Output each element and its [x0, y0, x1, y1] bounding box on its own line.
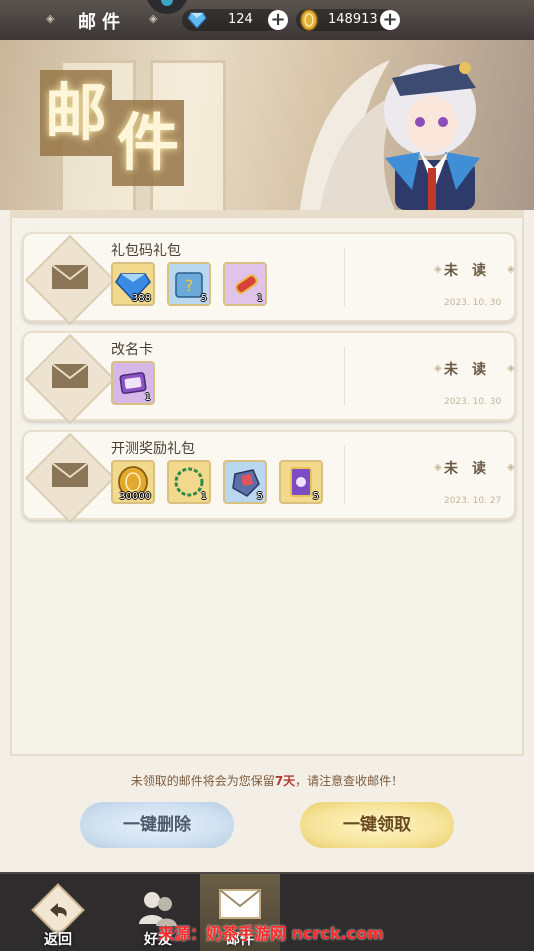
banner-title-char: 邮: [40, 70, 112, 156]
reward-item[interactable]: 1: [223, 262, 267, 306]
watermark: 来源：奶茶手游网 ncrck.com: [158, 924, 384, 943]
item-count: 1: [200, 491, 207, 502]
svg-text:?: ?: [185, 276, 194, 295]
gear-icon: [161, 0, 173, 6]
item-count: 388: [131, 293, 151, 304]
mail-item[interactable]: 礼包码礼包 388 ? 5 1 ◈ 未读 ◈ 2023. 10. 30: [22, 232, 516, 326]
ornament-icon: ◈: [507, 363, 515, 374]
reward-item[interactable]: 5: [279, 460, 323, 504]
reward-item[interactable]: 1: [167, 460, 211, 504]
notice-highlight: 7天: [274, 774, 296, 788]
coin-count: 148913: [328, 12, 378, 27]
add-coin-button[interactable]: +: [380, 10, 400, 30]
divider: [344, 446, 345, 504]
mail-status: 未读: [444, 362, 500, 378]
mail-subject: 礼包码礼包: [111, 243, 181, 259]
reward-item[interactable]: 1: [111, 361, 155, 405]
mail-icon: [219, 889, 261, 919]
envelope-icon: [51, 462, 89, 487]
envelope-icon: [51, 264, 89, 289]
nav-label: 返回: [44, 932, 72, 948]
mail-item[interactable]: 改名卡 1 ◈ 未读 ◈ 2023. 10. 30: [22, 331, 516, 425]
reward-item[interactable]: 30000: [111, 460, 155, 504]
ornament-icon: ◈: [507, 264, 515, 275]
item-count: 30000: [119, 491, 151, 502]
page-title: 邮件: [78, 12, 126, 33]
divider: [344, 248, 345, 306]
ornament-icon: ◈: [434, 264, 442, 275]
notice-text: ，请注意查收邮件！: [295, 774, 404, 788]
top-bar: ◈ 邮件 ◈ 124 + 148913 +: [0, 0, 534, 40]
mail-date: 2023. 10. 27: [444, 496, 502, 506]
mail-subject: 改名卡: [111, 342, 153, 358]
diamond-icon: [187, 12, 207, 29]
delete-all-button[interactable]: 一键删除: [80, 802, 234, 848]
mail-status: 未读: [444, 461, 500, 477]
item-count: 5: [256, 491, 263, 502]
ornament-icon: ◈: [434, 363, 442, 374]
add-diamond-button[interactable]: +: [268, 10, 288, 30]
item-count: 1: [256, 293, 263, 304]
mail-item[interactable]: 开测奖励礼包 30000 1 5 5 ◈ 未读 ◈ 2023. 10. 27: [22, 430, 516, 524]
mail-date: 2023. 10. 30: [444, 397, 502, 407]
banner-title-char: 件: [112, 100, 184, 186]
ornament-icon: ◈: [149, 12, 158, 25]
reward-item[interactable]: 5: [223, 460, 267, 504]
coin-icon: [300, 9, 318, 31]
item-count: 1: [144, 392, 151, 403]
ornament-icon: ◈: [46, 12, 55, 25]
item-count: 5: [312, 491, 319, 502]
ornament-icon: ◈: [507, 462, 515, 473]
reward-item[interactable]: 388: [111, 262, 155, 306]
mail-date: 2023. 10. 30: [444, 298, 502, 308]
ornament-icon: ◈: [434, 462, 442, 473]
reward-item[interactable]: ? 5: [167, 262, 211, 306]
notice-text: 未领取的邮件将会为您保留: [130, 774, 275, 788]
mail-subject: 开测奖励礼包: [111, 441, 195, 457]
retention-notice: 未领取的邮件将会为您保留7天，请注意查收邮件！: [0, 772, 534, 789]
item-count: 5: [200, 293, 207, 304]
divider: [344, 347, 345, 405]
mail-banner: 邮 件: [0, 40, 534, 210]
envelope-icon: [51, 363, 89, 388]
diamond-count: 124: [228, 12, 253, 27]
character-illustration: [300, 60, 480, 210]
collect-all-button[interactable]: 一键领取: [300, 802, 454, 848]
nav-back[interactable]: 返回: [18, 874, 98, 951]
mail-status: 未读: [444, 263, 500, 279]
